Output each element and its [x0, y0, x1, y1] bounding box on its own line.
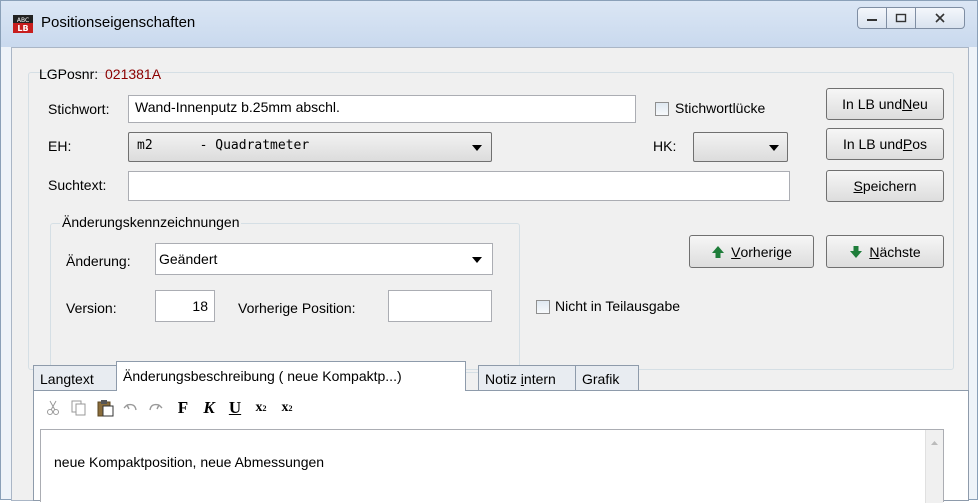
undo-icon[interactable]: [120, 397, 142, 419]
format-toolbar: F K U x2 x2: [34, 391, 968, 425]
version-label: Version:: [66, 300, 117, 316]
suchtext-label: Suchtext:: [48, 177, 107, 193]
in-lb-und-pos-button[interactable]: In LB und Pos: [826, 128, 944, 160]
nicht-in-teilausgabe-label: Nicht in Teilausgabe: [555, 298, 681, 314]
aenderungsbeschreibung-textarea[interactable]: neue Kompaktposition, neue Abmessungen: [40, 429, 944, 503]
italic-icon[interactable]: K: [198, 397, 220, 419]
arrow-down-icon: [850, 245, 863, 258]
tab-grafik-label: Grafik: [582, 371, 620, 387]
minimize-button[interactable]: [857, 7, 887, 29]
in-lb-und-pos-label-rest: os: [912, 136, 928, 152]
close-button[interactable]: [915, 7, 965, 29]
nicht-in-teilausgabe-checkbox[interactable]: [536, 300, 550, 314]
naechste-button[interactable]: Nächste: [826, 235, 944, 268]
tab-grafik[interactable]: Grafik: [575, 365, 639, 391]
in-lb-und-neu-accel: N: [902, 96, 913, 112]
title-bar[interactable]: ABC LB Positionseigenschaften: [1, 1, 977, 47]
superscript-glyph: x: [281, 400, 289, 415]
hk-select[interactable]: [693, 132, 788, 162]
eh-label: EH:: [48, 138, 72, 154]
bold-icon[interactable]: F: [172, 397, 194, 419]
tab-notiz-intern[interactable]: Notiz intern: [478, 365, 576, 391]
svg-text:LB: LB: [17, 24, 28, 33]
vertical-scrollbar[interactable]: [925, 430, 943, 503]
tab-notiz-intern-label: Notiz: [485, 371, 521, 387]
subscript-index: 2: [262, 403, 267, 413]
stichwortluecke-checkbox[interactable]: [655, 102, 669, 116]
chevron-down-icon: [472, 145, 482, 151]
scroll-up-icon[interactable]: [926, 436, 943, 450]
aenderung-value: Geändert: [159, 251, 218, 267]
copy-icon[interactable]: [68, 397, 90, 419]
aenderungskennzeichnungen-title: Änderungskennzeichnungen: [60, 214, 242, 230]
speichern-accel: S: [853, 178, 863, 194]
svg-text:ABC: ABC: [17, 17, 29, 24]
dialog-window: ABC LB Positionseigenschaften LGPosnr: 0…: [0, 0, 978, 503]
naechste-label: ächste: [879, 243, 921, 260]
speichern-label: peichern: [862, 178, 917, 194]
in-lb-und-neu-button[interactable]: In LB und Neu: [826, 88, 944, 120]
aenderung-select[interactable]: Geändert: [155, 243, 493, 275]
arrow-up-icon: [712, 245, 725, 258]
tab-langtext[interactable]: Langtext: [33, 365, 117, 391]
chevron-down-icon: [769, 145, 779, 151]
aenderung-label: Änderung:: [66, 253, 131, 269]
in-lb-und-neu-label-rest: eu: [912, 96, 928, 112]
redo-icon[interactable]: [144, 397, 166, 419]
stichwort-input[interactable]: Wand-Innenputz b.25mm abschl.: [128, 95, 636, 123]
hk-label: HK:: [653, 138, 677, 154]
eh-select[interactable]: m2 - Quadratmeter: [128, 132, 492, 162]
in-lb-und-pos-accel: P: [902, 136, 913, 152]
tab-notiz-intern-label-rest: ntern: [523, 371, 556, 387]
editor-panel: F K U x2 x2 neue Kompaktposition, neue A…: [33, 390, 969, 503]
lb-app-icon: ABC LB: [13, 15, 33, 33]
paste-icon[interactable]: [94, 397, 116, 419]
lgposnr-value: 021381A: [105, 66, 162, 82]
cut-icon[interactable]: [42, 397, 64, 419]
vorherige-label: orherige: [740, 243, 792, 260]
vorherige-accel: V: [731, 243, 741, 260]
vorherige-position-input[interactable]: [388, 290, 492, 322]
maximize-button[interactable]: [886, 7, 916, 29]
suchtext-input[interactable]: [128, 171, 790, 201]
in-lb-und-pos-label: In LB und: [842, 136, 903, 152]
vorherige-position-label: Vorherige Position:: [238, 300, 356, 316]
minimize-icon: [867, 19, 877, 21]
subscript-glyph: x: [255, 400, 263, 415]
editor-text: neue Kompaktposition, neue Abmessungen: [54, 454, 325, 470]
stichwort-label: Stichwort:: [48, 101, 110, 117]
lgposnr-label: LGPosnr:: [39, 66, 99, 82]
vorherige-button[interactable]: Vorherige: [689, 235, 814, 268]
version-input[interactable]: 18: [155, 290, 215, 322]
superscript-icon[interactable]: x2: [276, 397, 298, 419]
superscript-index: 2: [288, 403, 293, 413]
underline-icon[interactable]: U: [224, 397, 246, 419]
in-lb-und-neu-label: In LB und: [842, 96, 903, 112]
window-title: Positionseigenschaften: [41, 14, 196, 31]
tab-langtext-label: Langtext: [40, 371, 94, 387]
tab-aenderungsbeschreibung[interactable]: Änderungsbeschreibung ( neue Kompaktp...…: [116, 361, 466, 391]
subscript-icon[interactable]: x2: [250, 397, 272, 419]
maximize-icon: [895, 13, 907, 23]
tab-aenderungsbeschreibung-label: Änderungsbeschreibung ( neue Kompaktp...…: [123, 368, 402, 384]
close-icon: [935, 13, 945, 23]
chevron-down-icon: [472, 257, 482, 263]
eh-select-value: m2 - Quadratmeter: [137, 138, 310, 153]
speichern-button[interactable]: Speichern: [826, 170, 944, 202]
naechste-accel: N: [869, 243, 880, 260]
stichwortluecke-label: Stichwortlücke: [675, 100, 766, 116]
